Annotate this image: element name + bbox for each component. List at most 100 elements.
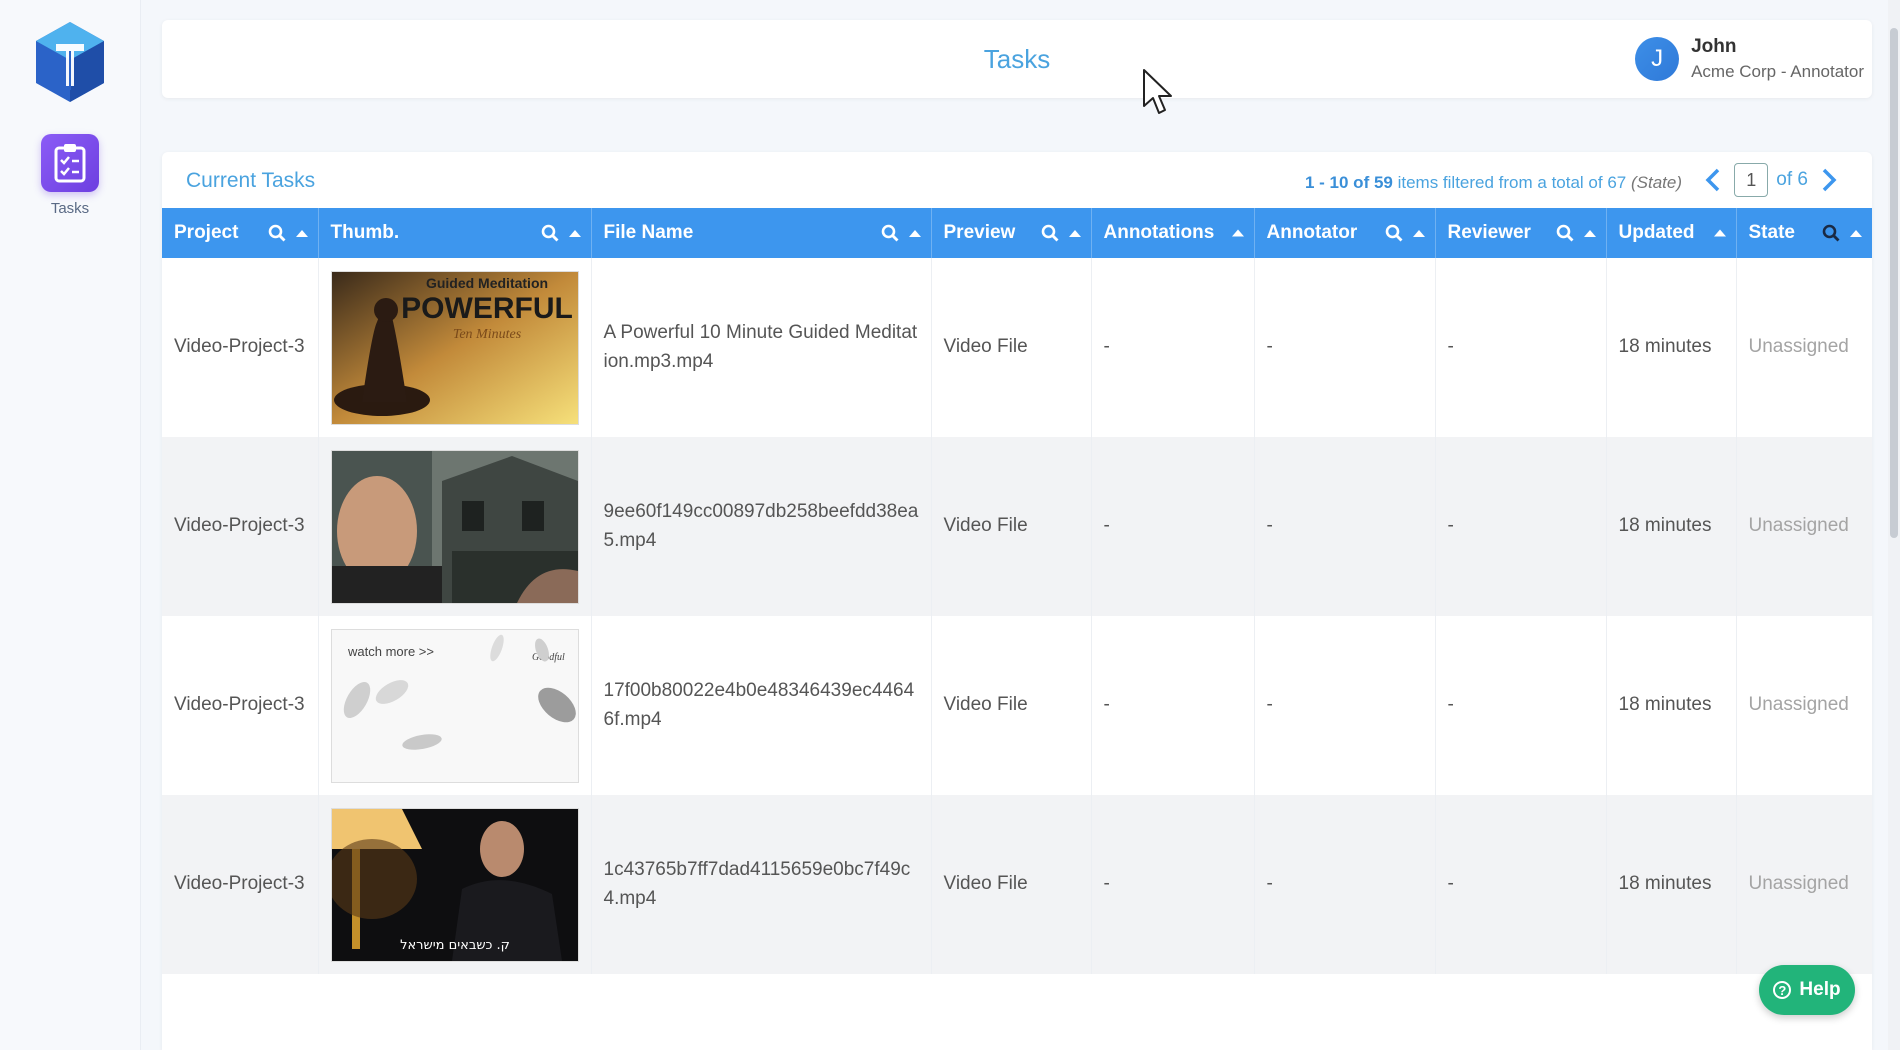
help-label: Help	[1799, 979, 1841, 1000]
cell-annotator: -	[1254, 616, 1436, 795]
cell-annotator: -	[1254, 258, 1436, 437]
column-header-label: Reviewer	[1447, 222, 1531, 243]
column-header-label: Thumb.	[330, 222, 400, 243]
thumb-text-line: watch more >>	[347, 644, 434, 659]
user-name: John	[1691, 36, 1737, 57]
column-header-reviewer[interactable]: Reviewer	[1435, 208, 1607, 258]
page-count: of 6	[1776, 169, 1808, 190]
sort-caret-icon[interactable]	[1231, 229, 1244, 237]
cell-thumbnail: Guided Meditation POWERFUL Ten Minutes	[318, 258, 592, 437]
column-header-annotator[interactable]: Annotator	[1254, 208, 1436, 258]
cell-reviewer: -	[1435, 258, 1607, 437]
cell-state: Unassigned	[1736, 437, 1872, 616]
cell-project: Video-Project-3	[162, 616, 319, 795]
cell-file: A Powerful 10 Minute Guided Meditation.m…	[591, 258, 932, 437]
table-row[interactable]: Video-Project-3 9ee60f149cc00897db258bee…	[162, 437, 1872, 616]
cell-preview[interactable]: Video File	[931, 258, 1092, 437]
cell-thumbnail: ק. כשבאים מישראל	[318, 795, 592, 974]
column-header-preview[interactable]: Preview	[931, 208, 1092, 258]
search-icon[interactable]	[1556, 224, 1574, 242]
column-header-label: Annotator	[1266, 222, 1358, 243]
video-thumbnail[interactable]: watch more >> Goodful	[330, 628, 579, 783]
user-role: Acme Corp - Annotator	[1691, 62, 1864, 81]
table-row[interactable]: Video-Project-3 watch more >> Goodful 17…	[162, 616, 1872, 795]
cell-updated: 18 minutes	[1606, 437, 1737, 616]
sort-caret-icon[interactable]	[1849, 229, 1862, 237]
top-header: Tasks J John Acme Corp - Annotator	[162, 20, 1872, 98]
page-title: Tasks	[983, 44, 1051, 74]
thumb-text-line: POWERFUL	[401, 292, 573, 325]
column-header-state[interactable]: State	[1736, 208, 1872, 258]
sidebar-item-tasks[interactable]: Tasks	[38, 134, 102, 217]
tasks-card: Current Tasks 1 - 10 of 59 items filtere…	[162, 152, 1872, 1050]
cell-preview[interactable]: Video File	[931, 437, 1092, 616]
sort-caret-icon[interactable]	[908, 229, 921, 237]
cell-updated: 18 minutes	[1606, 258, 1737, 437]
column-header-updated[interactable]: Updated	[1606, 208, 1737, 258]
next-page-button[interactable]	[1816, 162, 1842, 198]
cell-updated: 18 minutes	[1606, 616, 1737, 795]
column-header-label: Preview	[943, 222, 1016, 243]
user-menu[interactable]: J John Acme Corp - Annotator	[1635, 36, 1864, 82]
column-header-annotations[interactable]: Annotations	[1091, 208, 1255, 258]
cell-annotations: -	[1091, 437, 1255, 616]
thumb-text-line: Guided Meditation	[425, 275, 547, 291]
sort-caret-icon[interactable]	[1412, 229, 1425, 237]
prev-page-button[interactable]	[1700, 162, 1726, 198]
video-thumbnail[interactable]	[330, 449, 579, 604]
sort-caret-icon[interactable]	[295, 229, 308, 237]
search-icon[interactable]	[268, 224, 286, 242]
cell-file: 9ee60f149cc00897db258beefdd38ea5.mp4	[591, 437, 932, 616]
table-header-row: Project Thumb. File Name Preview Annotations…	[162, 208, 1872, 258]
page-scrollbar[interactable]	[1888, 0, 1900, 1050]
table-row[interactable]: Video-Project-3 Guided Meditation POWERF…	[162, 258, 1872, 437]
results-filter: (State)	[1630, 173, 1682, 192]
help-button[interactable]: ? Help	[1759, 965, 1855, 1015]
cell-annotations: -	[1091, 616, 1255, 795]
cell-annotations: -	[1091, 258, 1255, 437]
search-icon[interactable]	[1822, 224, 1840, 242]
results-summary: 1 - 10 of 59 items filtered from a total…	[1305, 173, 1682, 193]
cell-file: 17f00b80022e4b0e48346439ec44646f.mp4	[591, 616, 932, 795]
cell-preview[interactable]: Video File	[931, 795, 1092, 974]
column-header-label: File Name	[603, 222, 694, 243]
cell-state: Unassigned	[1736, 795, 1872, 974]
cell-project: Video-Project-3	[162, 437, 319, 616]
sort-caret-icon[interactable]	[568, 229, 581, 237]
cell-reviewer: -	[1435, 616, 1607, 795]
thumb-text-line: ק. כשבאים מישראל	[400, 938, 510, 953]
search-icon[interactable]	[881, 224, 899, 242]
video-thumbnail[interactable]: Guided Meditation POWERFUL Ten Minutes	[330, 270, 579, 425]
video-thumbnail[interactable]: ק. כשבאים מישראל	[330, 807, 579, 962]
app-logo-icon[interactable]	[34, 20, 106, 104]
chevron-right-icon	[1822, 168, 1837, 192]
pagination: 1 of 6	[1700, 162, 1842, 198]
results-text: items filtered from a total of 67	[1392, 173, 1631, 192]
sidebar-item-label: Tasks	[50, 200, 90, 217]
search-icon[interactable]	[1041, 224, 1059, 242]
sort-caret-icon[interactable]	[1583, 229, 1596, 237]
search-icon[interactable]	[1385, 224, 1403, 242]
page-number-input[interactable]: 1	[1734, 163, 1769, 197]
scrollbar-thumb[interactable]	[1890, 28, 1898, 538]
tasks-table: Project Thumb. File Name Preview Annotations…	[162, 208, 1872, 974]
cell-file: 1c43765b7ff7dad4115659e0bc7f49c4.mp4	[591, 795, 932, 974]
mouse-cursor-icon	[1142, 68, 1174, 118]
column-header-project[interactable]: Project	[162, 208, 319, 258]
search-icon[interactable]	[541, 224, 559, 242]
column-header-file-name[interactable]: File Name	[591, 208, 932, 258]
sort-caret-icon[interactable]	[1068, 229, 1081, 237]
thumb-text-line: Ten Minutes	[452, 327, 521, 342]
column-header-label: State	[1748, 222, 1795, 243]
column-header-thumb[interactable]: Thumb.	[318, 208, 592, 258]
cell-reviewer: -	[1435, 795, 1607, 974]
cell-annotator: -	[1254, 795, 1436, 974]
avatar[interactable]: J	[1635, 37, 1680, 81]
sidebar: Tasks	[0, 0, 141, 1050]
cell-preview[interactable]: Video File	[931, 616, 1092, 795]
cell-reviewer: -	[1435, 437, 1607, 616]
table-row[interactable]: Video-Project-3 ק. כשבאים מישראל 1c43765…	[162, 795, 1872, 974]
cell-annotator: -	[1254, 437, 1436, 616]
clipboard-check-icon	[41, 134, 99, 192]
sort-caret-icon[interactable]	[1713, 229, 1726, 237]
